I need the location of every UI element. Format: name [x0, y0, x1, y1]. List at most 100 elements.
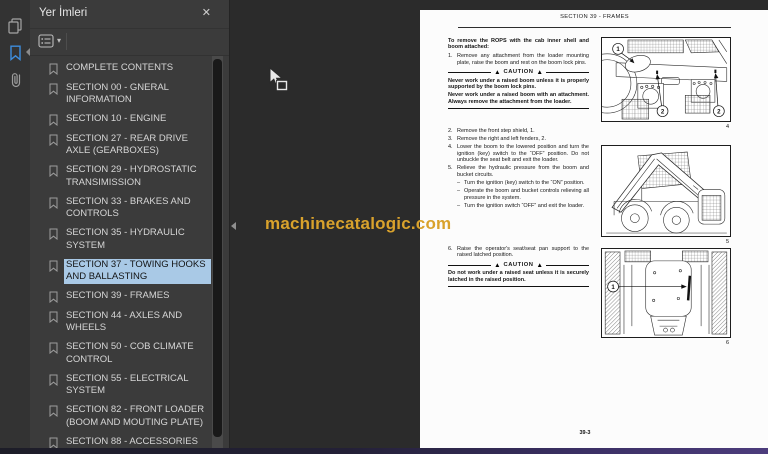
step-number: 1. — [448, 53, 453, 60]
procedure-heading: To remove the ROPS with the cab inner sh… — [448, 38, 589, 51]
sub-step-text: Turn the ignition (key) switch to the “O… — [464, 180, 585, 187]
step-text: Remove any attachment from the loader mo… — [457, 53, 589, 66]
document-page: SECTION 39 - FRAMES To remove the ROPS w… — [420, 10, 768, 448]
sidebar-icon-strip — [0, 0, 30, 448]
bookmark-icon — [49, 437, 58, 448]
step-text: Remove the front step shield, 1. — [457, 128, 535, 134]
caution-text: Do not work under a raised seat unless i… — [448, 270, 589, 283]
step-text: Raise the operator's seat/seat pan suppo… — [457, 246, 589, 259]
panel-collapse-handle[interactable] — [231, 222, 236, 230]
bookmark-icon — [49, 134, 58, 146]
callout-1: 1 — [616, 46, 620, 53]
step-2: 2. Remove the front step shield, 1. — [448, 128, 589, 134]
caution-label: CAUTION — [503, 261, 534, 268]
caution-bottom-rule — [448, 285, 589, 287]
bookmark-item[interactable]: SECTION 39 - FRAMES — [49, 290, 211, 303]
bookmark-options-button[interactable]: ▾ — [38, 34, 61, 48]
bookmark-item[interactable]: SECTION 50 - COB CLIMATE CONTROL — [49, 341, 211, 366]
bookmarks-panel-titlebar: Yer İmleri ✕ — [30, 0, 229, 29]
caution-label: CAUTION — [503, 69, 534, 76]
caution-rule — [448, 264, 492, 266]
caution-header: ▲ CAUTION ▲ — [448, 262, 589, 268]
bookmark-label: SECTION 10 - ENGINE — [66, 113, 167, 124]
step-3: 3. Remove the right and left fenders, 2. — [448, 136, 589, 142]
bookmark-icon — [49, 63, 58, 75]
sub-step-text: Turn the ignition switch “OFF” and exit … — [464, 202, 585, 209]
bookmark-item[interactable]: SECTION 44 - AXLES AND WHEELS — [49, 310, 211, 335]
bookmark-icon — [49, 83, 58, 95]
page-number: 39-3 — [579, 430, 591, 436]
step-text: Relieve the hydraulic pressure from the … — [457, 165, 589, 178]
bookmark-icon — [49, 228, 58, 240]
bookmark-icon — [49, 114, 58, 126]
bookmark-label: SECTION 44 - AXLES AND WHEELS — [66, 309, 183, 334]
bookmark-label: SECTION 27 - REAR DRIVE AXLE (GEARBOXES) — [66, 132, 188, 157]
sub-step-text: Operate the boom and bucket controls rel… — [464, 188, 589, 201]
bookmark-item[interactable]: SECTION 82 - FRONT LOADER (BOOM AND MOUT… — [49, 404, 211, 429]
caution-text: Never work under a raised boom unless it… — [448, 77, 589, 90]
bookmark-label: SECTION 88 - ACCESSORIES — [66, 435, 198, 447]
bookmark-item[interactable]: SECTION 35 - HYDRAULIC SYSTEM — [49, 227, 211, 252]
bookmark-icon — [49, 342, 58, 354]
bookmark-item[interactable]: SECTION 33 - BRAKES AND CONTROLS — [49, 196, 211, 221]
page-thumbnails-icon[interactable] — [7, 17, 24, 34]
bookmark-icon — [49, 405, 58, 417]
bookmark-scrollbar[interactable] — [212, 56, 223, 448]
bookmark-label: COMPLETE CONTENTS — [66, 62, 174, 73]
bookmark-item[interactable]: SECTION 27 - REAR DRIVE AXLE (GEARBOXES) — [49, 133, 211, 158]
bookmark-label: SECTION 50 - COB CLIMATE CONTROL — [66, 341, 194, 365]
step-5-sub-2: – Operate the boom and bucket controls r… — [457, 188, 589, 201]
figure-number: 4 — [725, 123, 729, 130]
window-bottom-edge — [0, 448, 768, 454]
caution-rule — [448, 71, 492, 73]
page-header: SECTION 39 - FRAMES — [560, 14, 629, 20]
bookmarks-icon[interactable] — [7, 44, 24, 61]
bookmark-item[interactable]: COMPLETE CONTENTS — [49, 62, 211, 75]
warning-triangle-icon: ▲ — [536, 68, 543, 76]
caution-rule — [545, 264, 589, 266]
figure-number: 5 — [725, 238, 729, 245]
dash-bullet: – — [457, 202, 461, 209]
watermark: machinecatalogic.com — [265, 214, 452, 233]
figure-number: 6 — [725, 339, 729, 346]
callout-2: 2 — [717, 108, 721, 115]
step-6: 6. Raise the operator's seat/seat pan su… — [448, 246, 589, 259]
text-block-3: 6. Raise the operator's seat/seat pan su… — [448, 246, 589, 287]
text-block-2: 2. Remove the front step shield, 1. 3. R… — [448, 128, 589, 211]
step-4: 4. Lower the boom to the lowered positio… — [448, 144, 589, 163]
bookmark-item-selected[interactable]: SECTION 37 - TOWING HOOKS AND BALLASTING — [49, 258, 211, 284]
attachments-icon[interactable] — [7, 71, 24, 88]
bookmark-item[interactable]: SECTION 88 - ACCESSORIES — [49, 435, 211, 448]
warning-triangle-icon: ▲ — [494, 68, 501, 76]
chevron-down-icon: ▾ — [57, 36, 62, 45]
dash-bullet: – — [457, 188, 461, 195]
callout-2: 2 — [661, 108, 665, 115]
mouse-cursor-icon — [269, 66, 288, 91]
options-list-icon — [38, 34, 54, 48]
step-number: 2. — [448, 128, 453, 134]
bookmark-item[interactable]: SECTION 55 - ELECTRICAL SYSTEM — [49, 373, 211, 398]
close-panel-button[interactable]: ✕ — [202, 6, 211, 19]
bookmark-scrollbar-thumb[interactable] — [213, 59, 222, 437]
step-number: 4. — [448, 144, 453, 151]
bookmark-item[interactable]: SECTION 29 - HYDROSTATIC TRANSIMISSION — [49, 164, 211, 189]
step-1: 1. Remove any attachment from the loader… — [448, 53, 589, 66]
bookmark-icon — [49, 260, 58, 272]
bookmark-icon — [49, 311, 58, 323]
bookmark-item[interactable]: SECTION 00 - GNERAL INFORMATION — [49, 82, 211, 107]
bookmark-label: SECTION 00 - GNERAL INFORMATION — [66, 81, 169, 106]
caution-rule — [545, 71, 589, 73]
bookmark-label: SECTION 29 - HYDROSTATIC TRANSIMISSION — [66, 164, 197, 188]
bookmarks-panel-title: Yer İmleri — [39, 7, 88, 19]
caution-header: ▲ CAUTION ▲ — [448, 68, 589, 76]
bookmark-label: SECTION 33 - BRAKES AND CONTROLS — [66, 195, 191, 220]
warning-triangle-icon: ▲ — [494, 261, 501, 269]
caution-bottom-rule — [448, 107, 589, 109]
step-5-sub-1: – Turn the ignition (key) switch to the … — [457, 180, 589, 186]
bookmarks-toolbar: ▾ — [30, 29, 229, 56]
step-text: Lower the boom to the lowered position a… — [457, 144, 589, 164]
text-block-1: To remove the ROPS with the cab inner sh… — [448, 38, 589, 109]
toolbar-divider — [66, 33, 67, 50]
bookmark-label: SECTION 35 - HYDRAULIC SYSTEM — [66, 227, 185, 251]
bookmark-item[interactable]: SECTION 10 - ENGINE — [49, 113, 211, 126]
